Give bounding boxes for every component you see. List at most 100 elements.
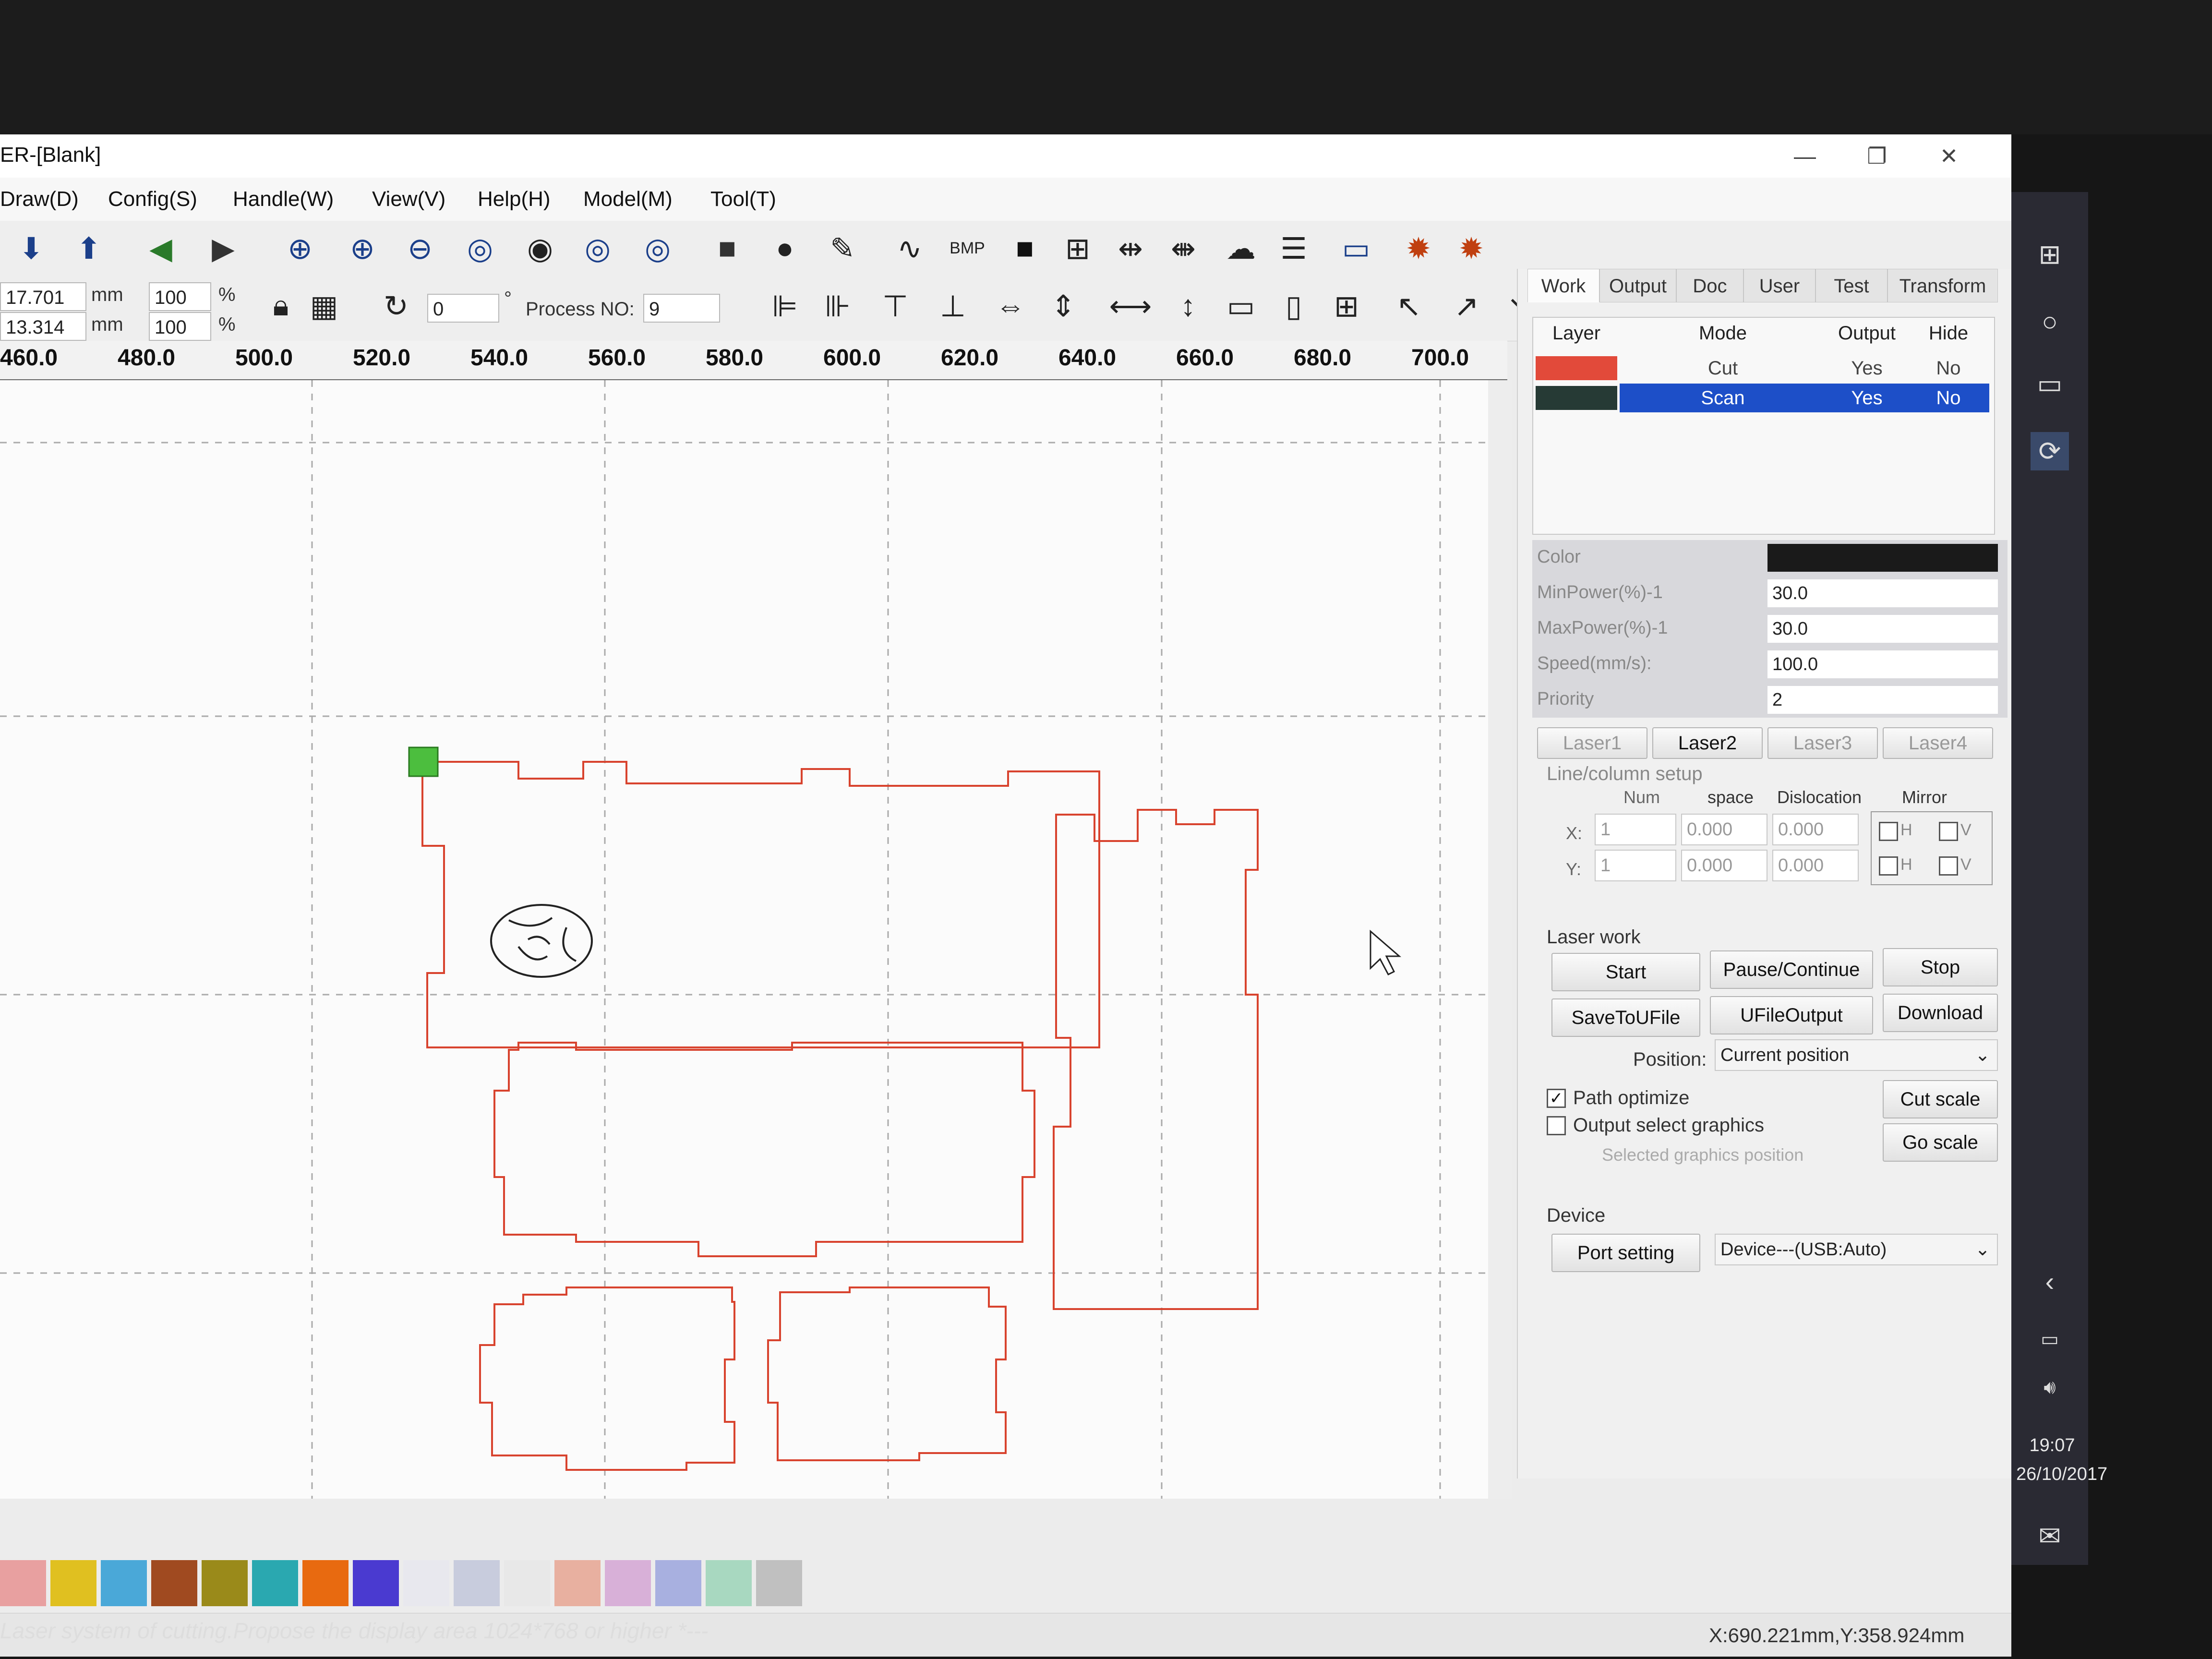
undo-icon[interactable]: ◀	[139, 227, 182, 270]
x-dislocation-field[interactable]: 0.000	[1772, 814, 1859, 845]
align-top-icon[interactable]: ⊤	[874, 284, 917, 327]
save-to-ufile-button[interactable]: SaveToUFile	[1551, 998, 1700, 1037]
scale-y-field[interactable]: 100	[149, 312, 211, 341]
tab-work[interactable]: Work	[1527, 269, 1599, 302]
color-swatch[interactable]	[504, 1560, 550, 1606]
zoom-out-icon[interactable]: ⊖	[398, 227, 442, 270]
min-power-field[interactable]: 30.0	[1767, 579, 1998, 607]
color-swatch[interactable]	[403, 1560, 449, 1606]
same-size-icon[interactable]: ▭	[1219, 284, 1262, 327]
column-icon[interactable]: ▯	[1272, 284, 1315, 327]
center-h-icon[interactable]: ⇔	[989, 284, 1032, 327]
same-width-icon[interactable]: ⟷	[1109, 284, 1152, 327]
color-swatch[interactable]	[202, 1560, 248, 1606]
redo-icon[interactable]: ▶	[202, 227, 245, 270]
color-swatch[interactable]	[655, 1560, 701, 1606]
list-icon[interactable]: ☰	[1272, 227, 1315, 270]
mirror-yh-checkbox[interactable]	[1879, 856, 1898, 876]
notification-icon[interactable]: ✉	[2031, 1517, 2069, 1555]
start-button[interactable]: Start	[1551, 953, 1700, 991]
tab-transform[interactable]: Transform	[1887, 269, 1998, 302]
mirror-xh-checkbox[interactable]	[1879, 822, 1898, 841]
go-scale-button[interactable]: Go scale	[1883, 1123, 1998, 1162]
zoom-in-icon[interactable]: ⊕	[278, 227, 322, 270]
space-icon[interactable]: ⇼	[1162, 227, 1205, 270]
color-swatch[interactable]	[0, 1560, 46, 1606]
align-bottom-icon[interactable]: ⊥	[931, 284, 974, 327]
color-swatch[interactable]	[706, 1560, 752, 1606]
scale-x-field[interactable]: 100	[149, 282, 211, 311]
priority-field[interactable]: 2	[1767, 686, 1998, 714]
tab-laser4[interactable]: Laser4	[1883, 727, 1993, 759]
search-icon[interactable]: ○	[2031, 302, 2069, 341]
laser-array-icon[interactable]: ✹	[1450, 227, 1493, 270]
layer-hide[interactable]: No	[1908, 384, 1989, 412]
tab-laser1[interactable]: Laser1	[1537, 727, 1647, 759]
menu-model[interactable]: Model(M)	[583, 187, 673, 211]
windows-start-icon[interactable]: ⊞	[2031, 235, 2069, 274]
zoom-plus-icon[interactable]: ⊕	[341, 227, 384, 270]
node-icon[interactable]: ⊞	[1056, 227, 1099, 270]
battery-icon[interactable]: ▭	[2031, 1320, 2069, 1358]
color-swatch[interactable]	[50, 1560, 96, 1606]
rotate-icon[interactable]: ↻	[374, 284, 418, 327]
output-select-checkbox[interactable]	[1547, 1116, 1566, 1135]
close-button[interactable]: ✕	[1920, 139, 1978, 173]
port-setting-button[interactable]: Port setting	[1551, 1234, 1700, 1272]
color-swatch[interactable]	[151, 1560, 197, 1606]
x-space-field[interactable]: 0.000	[1681, 814, 1767, 845]
color-swatch[interactable]	[101, 1560, 147, 1606]
process-field[interactable]: 9	[643, 294, 720, 323]
maximize-button[interactable]: ❐	[1848, 139, 1906, 173]
distribute-icon[interactable]: ⇹	[1109, 227, 1152, 270]
array-icon[interactable]: ⊞	[1325, 284, 1368, 327]
pen-icon[interactable]: ✎	[821, 227, 864, 270]
ufile-output-button[interactable]: UFileOutput	[1710, 996, 1873, 1034]
import-icon[interactable]: ⬇	[10, 227, 53, 270]
rectangle-icon[interactable]: ■	[706, 227, 749, 270]
ellipse-icon[interactable]: ●	[763, 227, 806, 270]
layer-hide[interactable]: No	[1908, 354, 1989, 383]
align-left-icon[interactable]: ⊫	[763, 284, 806, 327]
tab-user[interactable]: User	[1743, 269, 1815, 302]
clock-time[interactable]: 19:07	[2016, 1435, 2088, 1456]
drawing-canvas[interactable]	[0, 380, 1489, 1499]
menu-tool[interactable]: Tool(T)	[710, 187, 776, 211]
tab-output[interactable]: Output	[1599, 269, 1676, 302]
tab-laser2[interactable]: Laser2	[1652, 727, 1763, 759]
center-v-icon[interactable]: ⇕	[1042, 284, 1085, 327]
table-row[interactable]: Scan Yes No	[1533, 384, 1994, 412]
color-swatch[interactable]	[454, 1560, 500, 1606]
mirror-xv-checkbox[interactable]	[1939, 822, 1958, 841]
task-view-icon[interactable]: ▭	[2031, 365, 2069, 403]
max-power-field[interactable]: 30.0	[1767, 615, 1998, 643]
menu-help[interactable]: Help(H)	[478, 187, 551, 211]
x-position-field[interactable]: 17.701	[0, 282, 86, 311]
grid-icon[interactable]: ▦	[302, 284, 346, 327]
tab-test[interactable]: Test	[1815, 269, 1887, 302]
cut-scale-button[interactable]: Cut scale	[1883, 1080, 1998, 1118]
color-swatch[interactable]	[605, 1560, 651, 1606]
x-num-field[interactable]: 1	[1595, 814, 1676, 845]
pause-continue-button[interactable]: Pause/Continue	[1710, 950, 1873, 989]
color-swatch[interactable]	[252, 1560, 298, 1606]
color-value[interactable]	[1767, 544, 1998, 572]
layer-output[interactable]: Yes	[1826, 354, 1908, 383]
color-swatch[interactable]	[756, 1560, 802, 1606]
zoom-select-icon[interactable]: ◎	[636, 227, 679, 270]
color-swatch[interactable]	[554, 1560, 601, 1606]
chevron-left-icon[interactable]: ‹	[2031, 1262, 2069, 1301]
same-height-icon[interactable]: ↕	[1166, 284, 1210, 327]
position-select[interactable]: Current position ⌄	[1715, 1039, 1998, 1071]
zoom-fit-icon[interactable]: ◎	[458, 227, 502, 270]
fill-icon[interactable]: ■	[1003, 227, 1046, 270]
color-swatch[interactable]	[302, 1560, 349, 1606]
tab-laser3[interactable]: Laser3	[1767, 727, 1878, 759]
zoom-window-icon[interactable]: ◉	[518, 227, 562, 270]
path-optimize-checkbox[interactable]: ✓	[1547, 1089, 1566, 1108]
zoom-page-icon[interactable]: ◎	[576, 227, 619, 270]
corner-tl-icon[interactable]: ↖	[1387, 284, 1431, 327]
menu-handle[interactable]: Handle(W)	[233, 187, 334, 211]
color-swatch[interactable]	[353, 1560, 399, 1606]
laser-app-icon[interactable]: ⟳	[2031, 432, 2069, 470]
